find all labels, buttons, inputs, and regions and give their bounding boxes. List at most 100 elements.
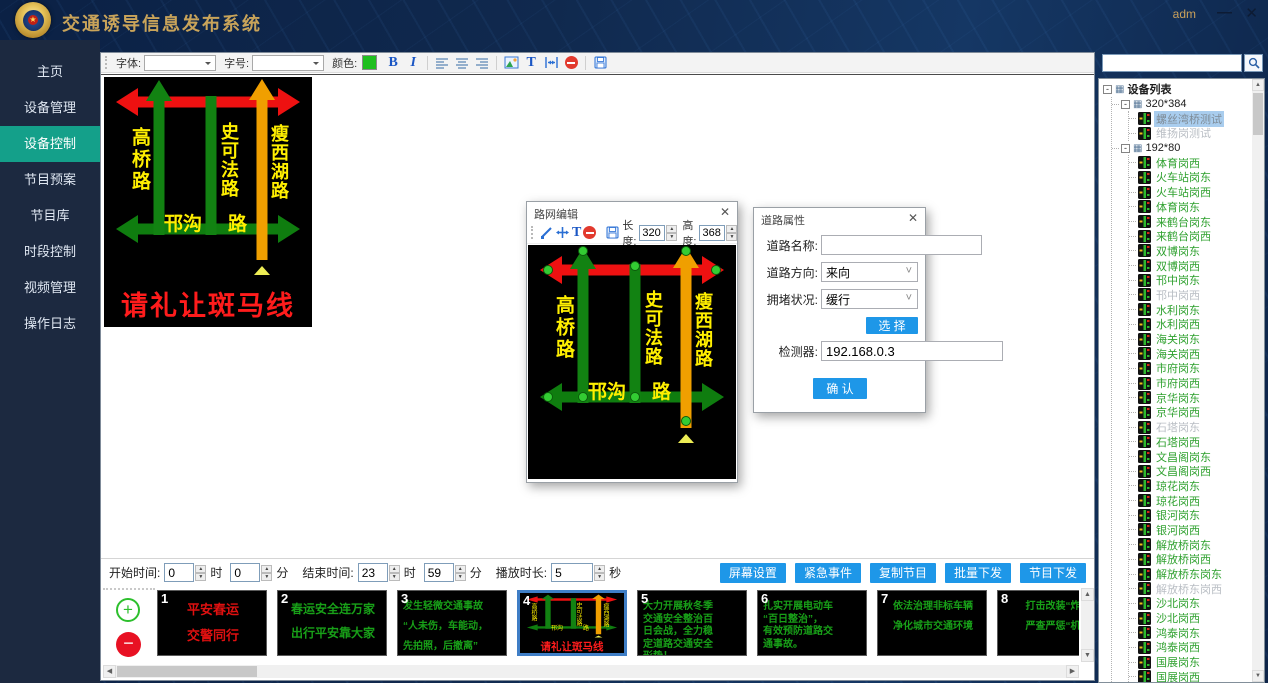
device-name[interactable]: 琼花岗西 [1154,493,1202,509]
collapse-icon[interactable]: - [1121,144,1130,153]
toolbar-grip[interactable] [531,226,533,239]
device-item[interactable]: 双博岗西 [1129,258,1264,273]
device-name[interactable]: 维扬岗测试 [1154,125,1213,141]
device-item[interactable]: 解放桥岗东 [1129,537,1264,552]
duration-input[interactable] [551,563,593,582]
insert-text-icon[interactable]: T [522,55,540,71]
add-program-button[interactable]: + [116,598,140,622]
device-item[interactable]: 来鹤台岗东 [1129,214,1264,229]
playlist-vertical-scrollbar[interactable]: ▲ ▼ [1081,588,1094,662]
device-name[interactable]: 双博岗西 [1154,258,1202,274]
step-up-icon[interactable]: ▲ [389,565,400,573]
playlist-item[interactable]: 6扎实开展电动车“百日整治”，有效预防道路交通事故。 [757,590,867,656]
action-button[interactable]: 节目下发 [1020,563,1086,583]
device-item[interactable]: 银河岗西 [1129,523,1264,538]
step-down-icon[interactable]: ▼ [455,573,466,581]
playlist-item[interactable]: 5大力开展秋冬季交通安全整治百日会战，全力稳定道路交通安全形势！ [637,590,747,656]
device-item[interactable]: 来鹤台岗西 [1129,229,1264,244]
step-up-icon[interactable]: ▲ [455,565,466,573]
playlist-item[interactable]: 8打击改装“炸严查严惩“机 [997,590,1079,656]
remove-program-button[interactable]: − [116,632,141,657]
sidebar-item[interactable]: 节目预案 [0,162,100,198]
device-item[interactable]: 维扬岗测试 [1129,126,1264,141]
scroll-down-icon[interactable]: ▼ [1252,670,1264,682]
device-name[interactable]: 邗中岗东 [1154,272,1202,288]
step-up-icon[interactable]: ▲ [261,565,272,573]
step-up-icon[interactable]: ▲ [666,225,677,233]
device-item[interactable]: 邗中岗西 [1129,288,1264,303]
device-item[interactable]: 文昌阁岗西 [1129,464,1264,479]
device-item[interactable]: 琼花岗东 [1129,479,1264,494]
select-button[interactable]: 选 择 [866,317,918,334]
device-item[interactable]: 市府岗东 [1129,361,1264,376]
scroll-down-icon[interactable]: ▼ [1081,649,1094,662]
device-name[interactable]: 银河岗西 [1154,522,1202,538]
device-name[interactable]: 解放桥岗西 [1154,551,1213,567]
device-item[interactable]: 火车站岗西 [1129,185,1264,200]
device-item[interactable]: 火车站岗东 [1129,170,1264,185]
device-name[interactable]: 市府岗西 [1154,375,1202,391]
scrollbar-thumb[interactable] [1253,93,1263,135]
device-name[interactable]: 鸿泰岗东 [1154,625,1202,641]
device-name[interactable]: 京华岗西 [1154,404,1202,420]
align-left-icon[interactable] [433,55,451,71]
collapse-icon[interactable]: - [1103,85,1112,94]
step-up-icon[interactable]: ▲ [195,565,206,573]
logged-in-user[interactable]: adm [1173,7,1196,21]
device-name[interactable]: 体育岗西 [1154,155,1202,171]
device-item[interactable]: 国展岗西 [1129,670,1264,683]
road-name-field[interactable] [821,235,982,255]
step-down-icon[interactable]: ▼ [666,233,677,241]
align-right-icon[interactable] [473,55,491,71]
playlist-item[interactable]: 2春运安全连万家出行平安靠大家 [277,590,387,656]
sidebar-item[interactable]: 视频管理 [0,270,100,306]
move-arrow-icon[interactable] [555,225,570,241]
step-down-icon[interactable]: ▼ [389,573,400,581]
device-item[interactable]: 水利岗西 [1129,317,1264,332]
toolbar-grip[interactable] [105,56,108,69]
end-hour-input[interactable] [358,563,388,582]
device-item[interactable]: 市府岗西 [1129,376,1264,391]
device-item[interactable]: 解放桥东岗东 [1129,567,1264,582]
device-item[interactable]: 京华岗东 [1129,390,1264,405]
step-up-icon[interactable]: ▲ [594,565,605,573]
device-item[interactable]: 鸿泰岗西 [1129,640,1264,655]
tree-root[interactable]: - ▦ 设备列表 [1103,82,1264,97]
close-icon[interactable]: ✕ [908,211,918,225]
step-down-icon[interactable]: ▼ [195,573,206,581]
device-item[interactable]: 体育岗西 [1129,155,1264,170]
step-down-icon[interactable]: ▼ [261,573,272,581]
device-item[interactable]: 国展岗东 [1129,655,1264,670]
device-name[interactable]: 石塔岗西 [1154,434,1202,450]
device-name[interactable]: 水利岗西 [1154,316,1202,332]
device-item[interactable]: 沙北岗东 [1129,596,1264,611]
dialog-title-bar[interactable]: 道路属性 ✕ [754,208,925,228]
device-item[interactable]: 鸿泰岗东 [1129,625,1264,640]
device-name[interactable]: 解放桥东岗东 [1154,566,1224,582]
device-name[interactable]: 银河岗东 [1154,507,1202,523]
device-item[interactable]: 沙北岗西 [1129,611,1264,626]
device-item[interactable]: 石塔岗西 [1129,435,1264,450]
end-minute-input[interactable] [424,563,454,582]
italic-button[interactable]: I [404,55,422,71]
scroll-up-icon[interactable]: ▲ [1252,79,1264,91]
device-item[interactable]: 琼花岗西 [1129,493,1264,508]
bold-button[interactable]: B [384,55,402,71]
spacing-icon[interactable] [542,55,560,71]
device-name[interactable]: 石塔岗东 [1154,419,1202,435]
close-icon[interactable]: ✕ [1245,4,1258,22]
playlist-item[interactable]: 3发生轻微交通事故“人未伤，车能动，先拍照，后撤离” [397,590,507,656]
size-select[interactable] [252,55,324,71]
device-name[interactable]: 鸿泰岗西 [1154,639,1202,655]
text-tool-icon[interactable]: T [572,225,581,241]
device-name[interactable]: 螺丝湾桥测试 [1154,111,1224,127]
sidebar-item[interactable]: 节目库 [0,198,100,234]
device-name[interactable]: 邗中岗西 [1154,287,1202,303]
device-name[interactable]: 国展岗东 [1154,654,1202,670]
device-item[interactable]: 文昌阁岗东 [1129,449,1264,464]
color-swatch[interactable] [362,55,377,70]
device-name[interactable]: 双博岗东 [1154,243,1202,259]
device-name[interactable]: 解放桥岗东 [1154,537,1213,553]
road-direction-select[interactable]: 来向 [821,262,918,282]
device-name[interactable]: 来鹤台岗东 [1154,214,1213,230]
